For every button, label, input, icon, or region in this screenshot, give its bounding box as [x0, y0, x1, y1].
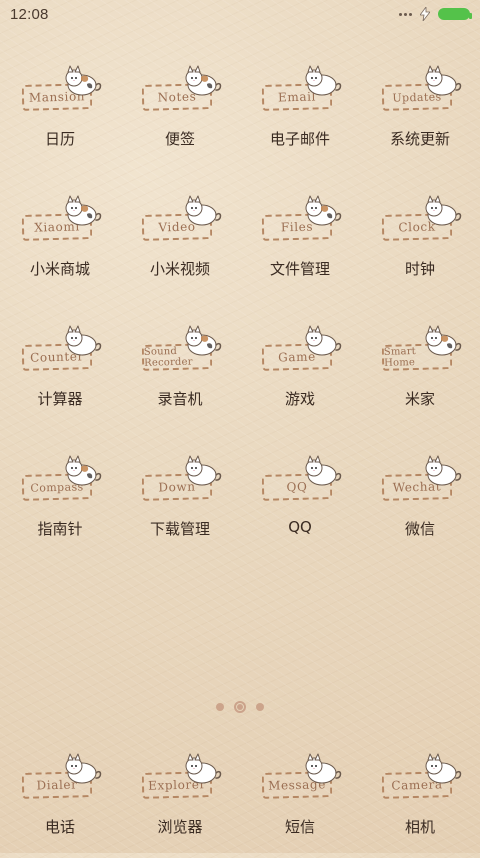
app-mi-store[interactable]: Xiaomi 小米商城 [0, 188, 120, 300]
notes-icon: Notes [134, 58, 226, 120]
messages-icon: Message [254, 746, 346, 808]
app-mi-video[interactable]: Video 小米视频 [120, 188, 240, 300]
camera-icon: Camera [374, 746, 466, 808]
app-label: 游戏 [284, 390, 315, 408]
app-label: 短信 [284, 818, 315, 836]
battery-icon [438, 8, 472, 20]
page-dot[interactable] [256, 703, 264, 711]
charging-bolt-icon [420, 7, 430, 21]
app-sound-recorder[interactable]: Sound Recorder 录音机 [120, 318, 240, 430]
mi-store-icon: Xiaomi [14, 188, 106, 250]
white-cat-icon [425, 455, 462, 486]
dock-app-messages[interactable]: Message 短信 [240, 746, 360, 858]
app-notes[interactable]: Notes 便签 [120, 58, 240, 170]
phone-icon: Dialer [14, 746, 106, 808]
calculator-icon: Counter [14, 318, 106, 380]
app-compass[interactable]: Compass 指南针 [0, 448, 120, 560]
app-label: 小米商城 [29, 260, 90, 278]
dock-app-browser[interactable]: Explorer 浏览器 [120, 746, 240, 858]
white-cat-icon [305, 753, 342, 784]
app-games[interactable]: Game 游戏 [240, 318, 360, 430]
app-label: 电话 [44, 818, 75, 836]
qq-icon: QQ [254, 448, 346, 510]
app-file-manager[interactable]: Files 文件管理 [240, 188, 360, 300]
mi-video-icon: Video [134, 188, 226, 250]
app-label: 电子邮件 [269, 130, 330, 148]
calico-cat-icon [185, 65, 222, 96]
calendar-icon: Mansion [14, 58, 106, 120]
compass-icon: Compass [14, 448, 106, 510]
status-icons [399, 7, 472, 21]
app-label: 浏览器 [157, 818, 203, 836]
app-email[interactable]: Email 电子邮件 [240, 58, 360, 170]
app-label: 便签 [164, 130, 195, 148]
white-cat-icon [305, 325, 342, 356]
calico-cat-icon [65, 65, 102, 96]
wechat-icon: Wechat [374, 448, 466, 510]
white-cat-icon [425, 195, 462, 226]
status-bar: 12:08 [0, 0, 480, 28]
email-icon: Email [254, 58, 346, 120]
white-cat-icon [305, 65, 342, 96]
browser-icon: Explorer [134, 746, 226, 808]
calico-cat-icon [305, 195, 342, 226]
more-dots-icon [399, 12, 412, 16]
app-label: 下载管理 [149, 520, 210, 538]
dot-2 [404, 12, 407, 16]
dock-app-camera[interactable]: Camera 相机 [360, 746, 480, 858]
app-label: 相机 [404, 818, 435, 836]
white-cat-icon [425, 65, 462, 96]
dot-3 [409, 12, 412, 16]
app-qq[interactable]: QQ QQ [240, 448, 360, 560]
page-dot-active[interactable] [234, 701, 246, 713]
games-icon: Game [254, 318, 346, 380]
dock-app-phone[interactable]: Dialer 电话 [0, 746, 120, 858]
app-clock[interactable]: Clock 时钟 [360, 188, 480, 300]
downloads-icon: Down [134, 448, 226, 510]
app-label: QQ [288, 518, 312, 536]
dot-1 [399, 12, 402, 16]
app-mi-home[interactable]: Smart Home 米家 [360, 318, 480, 430]
app-label: 文件管理 [269, 260, 330, 278]
dock: Dialer 电话 Explorer 浏览器 Message 短信 Camera… [0, 746, 480, 858]
app-downloads[interactable]: Down 下载管理 [120, 448, 240, 560]
calico-cat-icon [65, 195, 102, 226]
app-label: 系统更新 [389, 130, 450, 148]
home-app-grid: Mansion 日历 Notes 便签 Email 电子邮件 Updates 系… [0, 58, 480, 560]
app-label: 微信 [404, 520, 435, 538]
app-label: 录音机 [157, 390, 203, 408]
sound-recorder-icon: Sound Recorder [134, 318, 226, 380]
system-update-icon: Updates [374, 58, 466, 120]
white-cat-icon [425, 753, 462, 784]
app-label: 指南针 [37, 520, 83, 538]
white-cat-icon [65, 325, 102, 356]
app-label: 日历 [44, 130, 75, 148]
app-calculator[interactable]: Counter 计算器 [0, 318, 120, 430]
page-dot[interactable] [216, 703, 224, 711]
file-manager-icon: Files [254, 188, 346, 250]
page-indicator[interactable] [0, 698, 480, 716]
app-label: 时钟 [404, 260, 435, 278]
app-label: 米家 [404, 390, 435, 408]
calico-cat-icon [65, 455, 102, 486]
white-cat-icon [185, 753, 222, 784]
white-cat-icon [185, 195, 222, 226]
app-wechat[interactable]: Wechat 微信 [360, 448, 480, 560]
app-label: 计算器 [37, 390, 83, 408]
white-cat-icon [305, 455, 342, 486]
app-calendar[interactable]: Mansion 日历 [0, 58, 120, 170]
calico-cat-icon [425, 325, 462, 356]
white-cat-icon [65, 753, 102, 784]
white-cat-icon [185, 455, 222, 486]
mi-home-icon: Smart Home [374, 318, 466, 380]
app-system-update[interactable]: Updates 系统更新 [360, 58, 480, 170]
app-label: 小米视频 [149, 260, 210, 278]
calico-cat-icon [185, 325, 222, 356]
clock-icon: Clock [374, 188, 466, 250]
status-time: 12:08 [10, 5, 49, 23]
